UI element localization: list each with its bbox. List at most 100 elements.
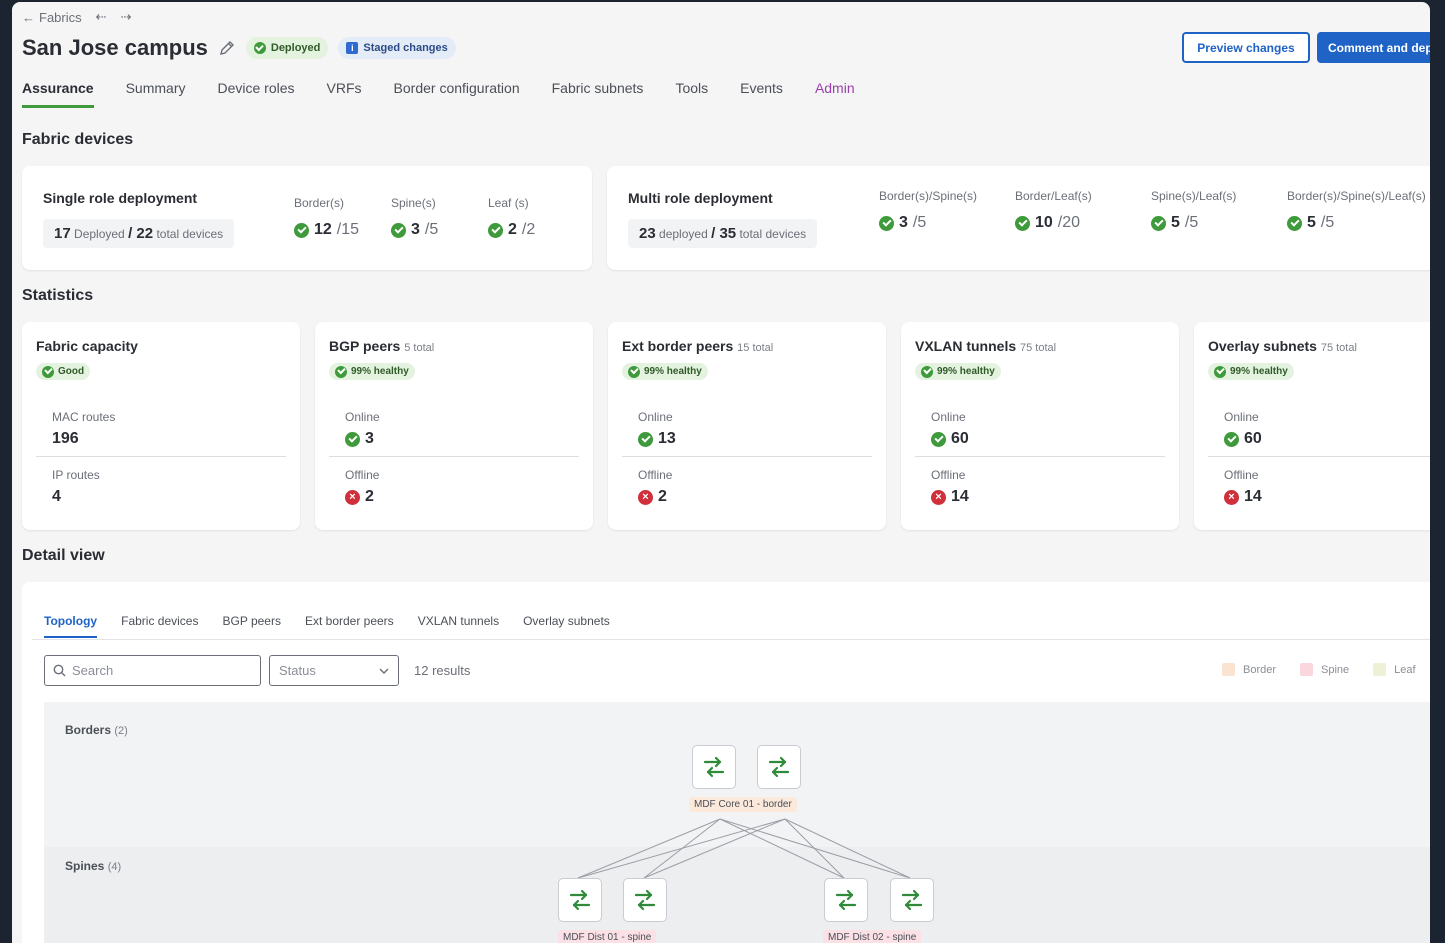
stat-card-title: Fabric capacity bbox=[36, 338, 138, 354]
statistics-heading: Statistics bbox=[22, 287, 94, 304]
stat-label-1: Online bbox=[931, 410, 966, 424]
breadcrumb-fabrics-link[interactable]: ← Fabrics bbox=[22, 10, 82, 25]
tab-fabric-devices[interactable]: Fabric devices bbox=[121, 614, 198, 638]
stat-value-2: × 14 bbox=[1224, 488, 1262, 506]
single-role-card: Single role deployment 17 Deployed / 22 … bbox=[22, 166, 592, 270]
col-value-of: /2 bbox=[521, 221, 536, 238]
col-label: Border(s) bbox=[294, 196, 345, 210]
stat-card[interactable]: Fabric capacity Good MAC routes 196 IP rout… bbox=[22, 322, 300, 530]
breadcrumb: ← Fabrics ⇠ ⇢ bbox=[22, 9, 131, 25]
tab-tools[interactable]: Tools bbox=[675, 80, 708, 108]
border-device-node[interactable] bbox=[757, 745, 801, 789]
health-label: Good bbox=[58, 366, 85, 377]
tab-border-configuration[interactable]: Border configuration bbox=[394, 80, 520, 108]
stat-label-1: Online bbox=[1224, 410, 1259, 424]
spine-node-label-2: MDF Dist 02 - spine bbox=[823, 930, 922, 943]
single-role-total: 17 Deployed / 22 total devices bbox=[43, 219, 235, 248]
tab-topology[interactable]: Topology bbox=[44, 614, 98, 638]
check-circle-icon bbox=[1151, 215, 1166, 231]
tab-bgp-peers[interactable]: BGP peers bbox=[222, 614, 280, 638]
tab-events[interactable]: Events bbox=[740, 80, 783, 108]
check-icon bbox=[921, 365, 933, 378]
detail-view-heading: Detail view bbox=[22, 547, 105, 564]
stat-card[interactable]: BGP peers 5 total 99% healthy Online 3 Offli… bbox=[315, 322, 593, 530]
multi-role-title: Multi role deployment bbox=[628, 190, 773, 206]
stat-value-2-num: 2 bbox=[365, 488, 374, 505]
health-label: 99% healthy bbox=[644, 366, 702, 377]
check-icon bbox=[628, 365, 640, 378]
search-input[interactable]: Search bbox=[44, 655, 261, 686]
stat-value-1: 60 bbox=[1224, 430, 1262, 448]
tab-vrfs[interactable]: VRFs bbox=[327, 80, 362, 108]
spine-device-node[interactable] bbox=[558, 878, 602, 922]
stat-label-2: Offline bbox=[638, 468, 673, 482]
health-label: 99% healthy bbox=[1230, 366, 1288, 377]
spine-device-node[interactable] bbox=[890, 878, 934, 922]
multi-role-card: Multi role deployment 23 deployed / 35 t… bbox=[607, 166, 1430, 270]
col-label: Border(s)/Spine(s)/Leaf(s) bbox=[1287, 189, 1426, 203]
legend: Border Spine Leaf bbox=[1222, 663, 1416, 676]
chevron-down-icon bbox=[379, 668, 389, 674]
back-icon[interactable]: ⇠ bbox=[96, 9, 107, 25]
pencil-icon[interactable] bbox=[218, 39, 236, 57]
col-value-num: 2 bbox=[508, 221, 517, 238]
comment-and-deploy-button[interactable]: Comment and deploy bbox=[1317, 32, 1430, 63]
legend-border: Border bbox=[1222, 663, 1276, 676]
tab-assurance[interactable]: Assurance bbox=[22, 80, 94, 108]
stat-label-2: Offline bbox=[931, 468, 966, 482]
check-circle-icon bbox=[488, 222, 503, 238]
tab-admin[interactable]: Admin bbox=[815, 80, 855, 108]
stat-card[interactable]: VXLAN tunnels 75 total 99% healthy Online 6… bbox=[901, 322, 1179, 530]
spine-device-node[interactable] bbox=[824, 878, 868, 922]
stat-value-1-num: 60 bbox=[1244, 430, 1262, 447]
staged-changes-badge[interactable]: i Staged changes bbox=[338, 37, 456, 59]
topology-canvas[interactable]: Borders (2) Spines (4) MDF Core 01 - bor… bbox=[44, 702, 1430, 943]
search-placeholder: Search bbox=[72, 663, 114, 678]
legend-leaf: Leaf bbox=[1373, 663, 1416, 676]
preview-changes-button[interactable]: Preview changes bbox=[1182, 32, 1310, 63]
divider bbox=[915, 456, 1165, 457]
health-label: 99% healthy bbox=[937, 366, 995, 377]
divider bbox=[329, 456, 579, 457]
stat-value-1: 60 bbox=[931, 430, 969, 448]
tab-device-roles[interactable]: Device roles bbox=[218, 80, 295, 108]
spine-node-label-1: MDF Dist 01 - spine bbox=[558, 930, 657, 943]
col-value-of: /5 bbox=[1184, 214, 1199, 231]
col-value-of: /5 bbox=[912, 214, 927, 231]
stat-total: 75 total bbox=[1320, 342, 1357, 354]
multi-col-border-spine: Border(s)/Spine(s) 3/5 bbox=[879, 189, 977, 232]
stat-card-title: Ext border peers 15 total bbox=[622, 338, 773, 354]
stat-value-1-num: 60 bbox=[951, 430, 969, 447]
status-select[interactable]: Status bbox=[269, 655, 399, 686]
stat-value-2-num: 14 bbox=[951, 488, 969, 505]
tab-summary[interactable]: Summary bbox=[126, 80, 186, 108]
stat-card-title: VXLAN tunnels 75 total bbox=[915, 338, 1056, 354]
border-node-label: MDF Core 01 - border bbox=[689, 797, 797, 812]
stat-total: 15 total bbox=[737, 342, 774, 354]
tab-vxlan-tunnels[interactable]: VXLAN tunnels bbox=[418, 614, 499, 638]
deployed-badge-label: Deployed bbox=[270, 42, 321, 54]
check-circle-icon bbox=[931, 431, 946, 447]
border-device-node[interactable] bbox=[692, 745, 736, 789]
tab-fabric-subnets[interactable]: Fabric subnets bbox=[552, 80, 644, 108]
spine-device-node[interactable] bbox=[623, 878, 667, 922]
multi-col-border-leaf: Border/Leaf(s) 10/20 bbox=[1015, 189, 1092, 232]
error-circle-icon: × bbox=[638, 489, 653, 505]
stat-card[interactable]: Ext border peers 15 total 99% healthy Onli… bbox=[608, 322, 886, 530]
tabs-divider bbox=[32, 639, 1430, 640]
forward-icon[interactable]: ⇢ bbox=[121, 9, 132, 25]
stat-value-1: 3 bbox=[345, 430, 374, 448]
tab-ext-border-peers[interactable]: Ext border peers bbox=[305, 614, 394, 638]
tab-overlay-subnets[interactable]: Overlay subnets bbox=[523, 614, 610, 638]
health-badge: 99% healthy bbox=[915, 363, 1001, 380]
col-value: 3/5 bbox=[879, 214, 977, 232]
stat-card[interactable]: Overlay subnets 75 total 99% healthy Onlin… bbox=[1194, 322, 1430, 530]
health-badge: 99% healthy bbox=[329, 363, 415, 380]
health-badge: 99% healthy bbox=[622, 363, 708, 380]
stat-value-2: × 14 bbox=[931, 488, 969, 506]
switch-icon bbox=[768, 756, 790, 778]
divider bbox=[36, 456, 286, 457]
total-count: 35 bbox=[719, 225, 737, 242]
switch-icon bbox=[835, 889, 857, 911]
stat-label-1: Online bbox=[638, 410, 673, 424]
